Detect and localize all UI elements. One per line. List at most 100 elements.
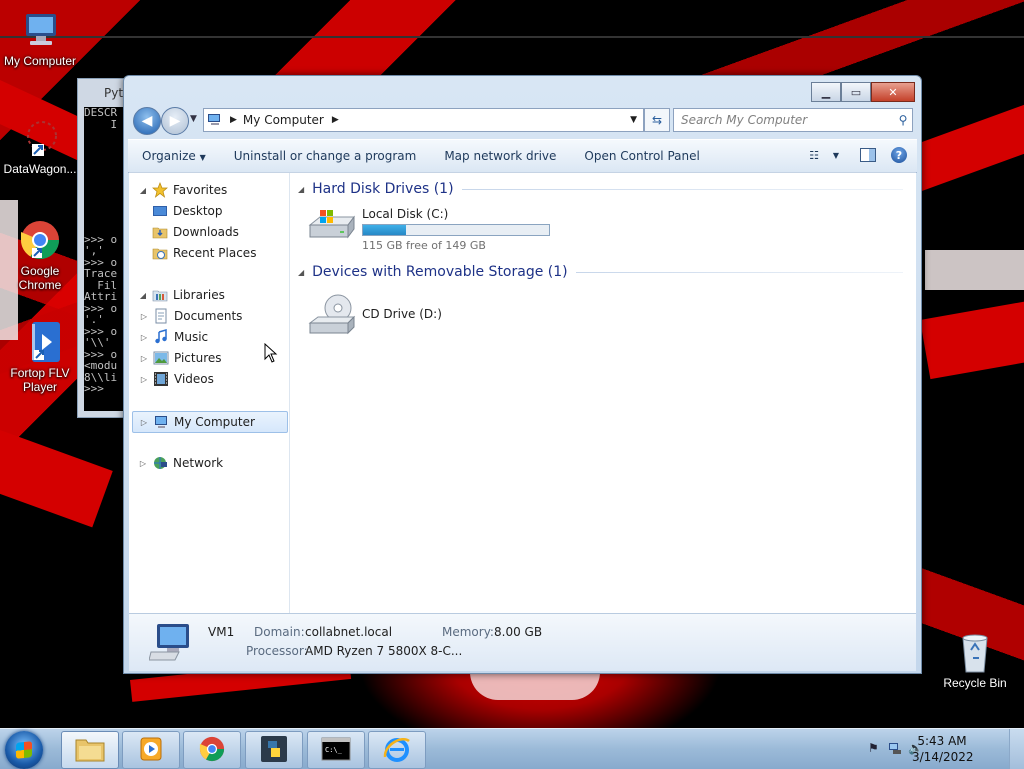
desktop-icon-recycle-bin[interactable]: Recycle Bin xyxy=(935,630,1015,690)
group-header-removable-storage[interactable]: ◢ Devices with Removable Storage (1) xyxy=(298,264,903,280)
desktop-icon-label: DataWagon... xyxy=(3,162,77,176)
drive-usage-bar xyxy=(362,224,550,236)
clock-time: 5:43 AM xyxy=(917,734,967,748)
drive-cd-drive-d[interactable]: CD Drive (D:) xyxy=(308,293,442,337)
taskbar-cmd-button[interactable]: C:\_ xyxy=(307,731,365,769)
nav-item-favorites[interactable]: ◢ Favorites xyxy=(129,180,283,200)
libraries-icon xyxy=(152,287,168,303)
chrome-icon xyxy=(198,735,226,766)
nav-item-label: Downloads xyxy=(173,225,239,239)
search-box[interactable]: Search My Computer ⚲ xyxy=(673,108,913,132)
close-button[interactable]: ✕ xyxy=(871,82,915,102)
taskbar-media-player-button[interactable] xyxy=(122,731,180,769)
python-icon xyxy=(260,735,288,766)
recent-pages-dropdown[interactable]: ▼ xyxy=(190,114,197,124)
group-collapse-icon[interactable]: ◢ xyxy=(298,268,304,277)
organize-menu[interactable]: Organize ▼ xyxy=(128,149,220,163)
collapse-arrow-icon[interactable]: ▷ xyxy=(139,312,149,321)
nav-item-label: Favorites xyxy=(173,183,228,197)
desktop-icon-google-chrome[interactable]: Google Chrome xyxy=(0,218,80,292)
breadcrumb-my-computer[interactable]: My Computer xyxy=(243,113,324,127)
mouse-cursor xyxy=(264,342,278,366)
group-header-hard-disk-drives[interactable]: ◢ Hard Disk Drives (1) xyxy=(298,181,903,197)
nav-item-label: Recent Places xyxy=(173,246,257,260)
taskbar-python-button[interactable] xyxy=(245,731,303,769)
nav-item-network[interactable]: ▷ Network xyxy=(129,453,283,473)
nav-item-desktop[interactable]: Desktop xyxy=(148,201,302,221)
help-icon[interactable]: ? xyxy=(891,147,907,163)
nav-item-downloads[interactable]: Downloads xyxy=(148,222,302,242)
documents-icon xyxy=(153,308,169,324)
taskbar-internet-explorer-button[interactable] xyxy=(368,731,426,769)
maximize-button[interactable]: ▭ xyxy=(841,82,871,102)
map-network-drive-button[interactable]: Map network drive xyxy=(430,149,570,163)
domain-label: Domain: xyxy=(254,625,305,639)
wallpaper-line xyxy=(0,36,1024,38)
nav-item-videos[interactable]: ▷ Videos xyxy=(139,369,293,389)
collapse-arrow-icon[interactable]: ▷ xyxy=(139,333,149,342)
caption-buttons: ▁ ▭ ✕ xyxy=(811,82,915,102)
expand-arrow-icon[interactable]: ◢ xyxy=(138,186,148,195)
nav-item-documents[interactable]: ▷ Documents xyxy=(139,306,293,326)
search-input[interactable]: Search My Computer xyxy=(681,113,894,127)
collapse-arrow-icon[interactable]: ▷ xyxy=(138,459,148,468)
breadcrumb-separator-icon[interactable]: ▶ xyxy=(332,115,339,125)
nav-item-libraries[interactable]: ◢ Libraries xyxy=(129,285,283,305)
system-clock[interactable]: 5:43 AM 3/14/2022 xyxy=(912,733,974,765)
back-button[interactable]: ◀ xyxy=(133,107,161,135)
show-desktop-button[interactable] xyxy=(1009,729,1024,769)
computer-icon xyxy=(153,414,169,430)
address-bar[interactable]: ▶ My Computer ▶ ▼ xyxy=(203,108,644,132)
desktop-icon-datawagon[interactable]: DataWagon... xyxy=(0,116,80,176)
address-dropdown-icon[interactable]: ▼ xyxy=(630,115,637,125)
computer-icon xyxy=(148,622,193,662)
navigation-bar: ◀ ▶ ▼ ▶ My Computer ▶ ▼ ⇆ Search My Comp… xyxy=(130,106,915,136)
group-collapse-icon[interactable]: ◢ xyxy=(298,185,304,194)
expand-arrow-icon[interactable]: ◢ xyxy=(138,291,148,300)
command-prompt-icon: C:\_ xyxy=(321,737,351,764)
preview-pane-icon[interactable] xyxy=(859,146,877,164)
hard-drive-icon xyxy=(308,207,356,241)
desktop-icon-label: Fortop FLV Player xyxy=(10,366,70,394)
view-options-dropdown-icon[interactable]: ▼ xyxy=(827,146,845,164)
desktop-icon-fortop-flv-player[interactable]: Fortop FLV Player xyxy=(0,320,80,394)
explorer-window[interactable]: ▁ ▭ ✕ ◀ ▶ ▼ ▶ My Computer ▶ ▼ ⇆ Search M… xyxy=(123,75,922,674)
music-icon xyxy=(153,329,169,345)
cd-drive-icon xyxy=(308,293,356,337)
drive-local-disk-c[interactable]: Local Disk (C:) 115 GB free of 149 GB xyxy=(308,207,550,252)
nav-item-label: Music xyxy=(174,330,209,344)
nav-item-my-computer[interactable]: ▷ My Computer xyxy=(132,411,288,433)
arrow-right-icon: ▶ xyxy=(169,113,181,129)
open-control-panel-button[interactable]: Open Control Panel xyxy=(570,149,713,163)
memory-value: 8.00 GB xyxy=(494,625,543,639)
computer-icon xyxy=(208,114,222,126)
breadcrumb-separator-icon[interactable]: ▶ xyxy=(230,115,237,125)
uninstall-program-button[interactable]: Uninstall or change a program xyxy=(220,149,431,163)
start-button[interactable] xyxy=(5,731,43,769)
network-status-icon[interactable] xyxy=(888,741,902,755)
processor-label: Processor: xyxy=(246,644,308,658)
recent-places-icon xyxy=(152,245,168,261)
taskbar-chrome-button[interactable] xyxy=(183,731,241,769)
navigation-pane: ◢ Favorites Desktop Downloads Recent Pla… xyxy=(129,173,290,613)
minimize-button[interactable]: ▁ xyxy=(811,82,841,102)
forward-button[interactable]: ▶ xyxy=(161,107,189,135)
taskbar-explorer-button[interactable] xyxy=(61,731,119,769)
network-icon xyxy=(152,455,168,471)
refresh-button[interactable]: ⇆ xyxy=(644,108,670,132)
star-icon xyxy=(152,182,168,198)
nav-item-recent-places[interactable]: Recent Places xyxy=(148,243,302,263)
search-icon[interactable]: ⚲ xyxy=(894,113,912,127)
nav-item-label: Videos xyxy=(174,372,214,386)
desktop-icon-my-computer[interactable]: My Computer xyxy=(0,8,80,68)
collapse-arrow-icon[interactable]: ▷ xyxy=(139,354,149,363)
content-area: ◢ Favorites Desktop Downloads Recent Pla… xyxy=(129,172,916,613)
change-view-icon[interactable]: ☷ xyxy=(805,146,823,164)
drive-free-space: 115 GB free of 149 GB xyxy=(362,239,486,252)
nav-item-label: Desktop xyxy=(173,204,223,218)
collapse-arrow-icon[interactable]: ▷ xyxy=(139,375,149,384)
collapse-arrow-icon[interactable]: ▷ xyxy=(139,418,149,427)
command-bar: Organize ▼ Uninstall or change a program… xyxy=(128,139,917,173)
nav-item-label: Documents xyxy=(174,309,243,323)
action-center-flag-icon[interactable]: ⚑ xyxy=(868,741,882,755)
